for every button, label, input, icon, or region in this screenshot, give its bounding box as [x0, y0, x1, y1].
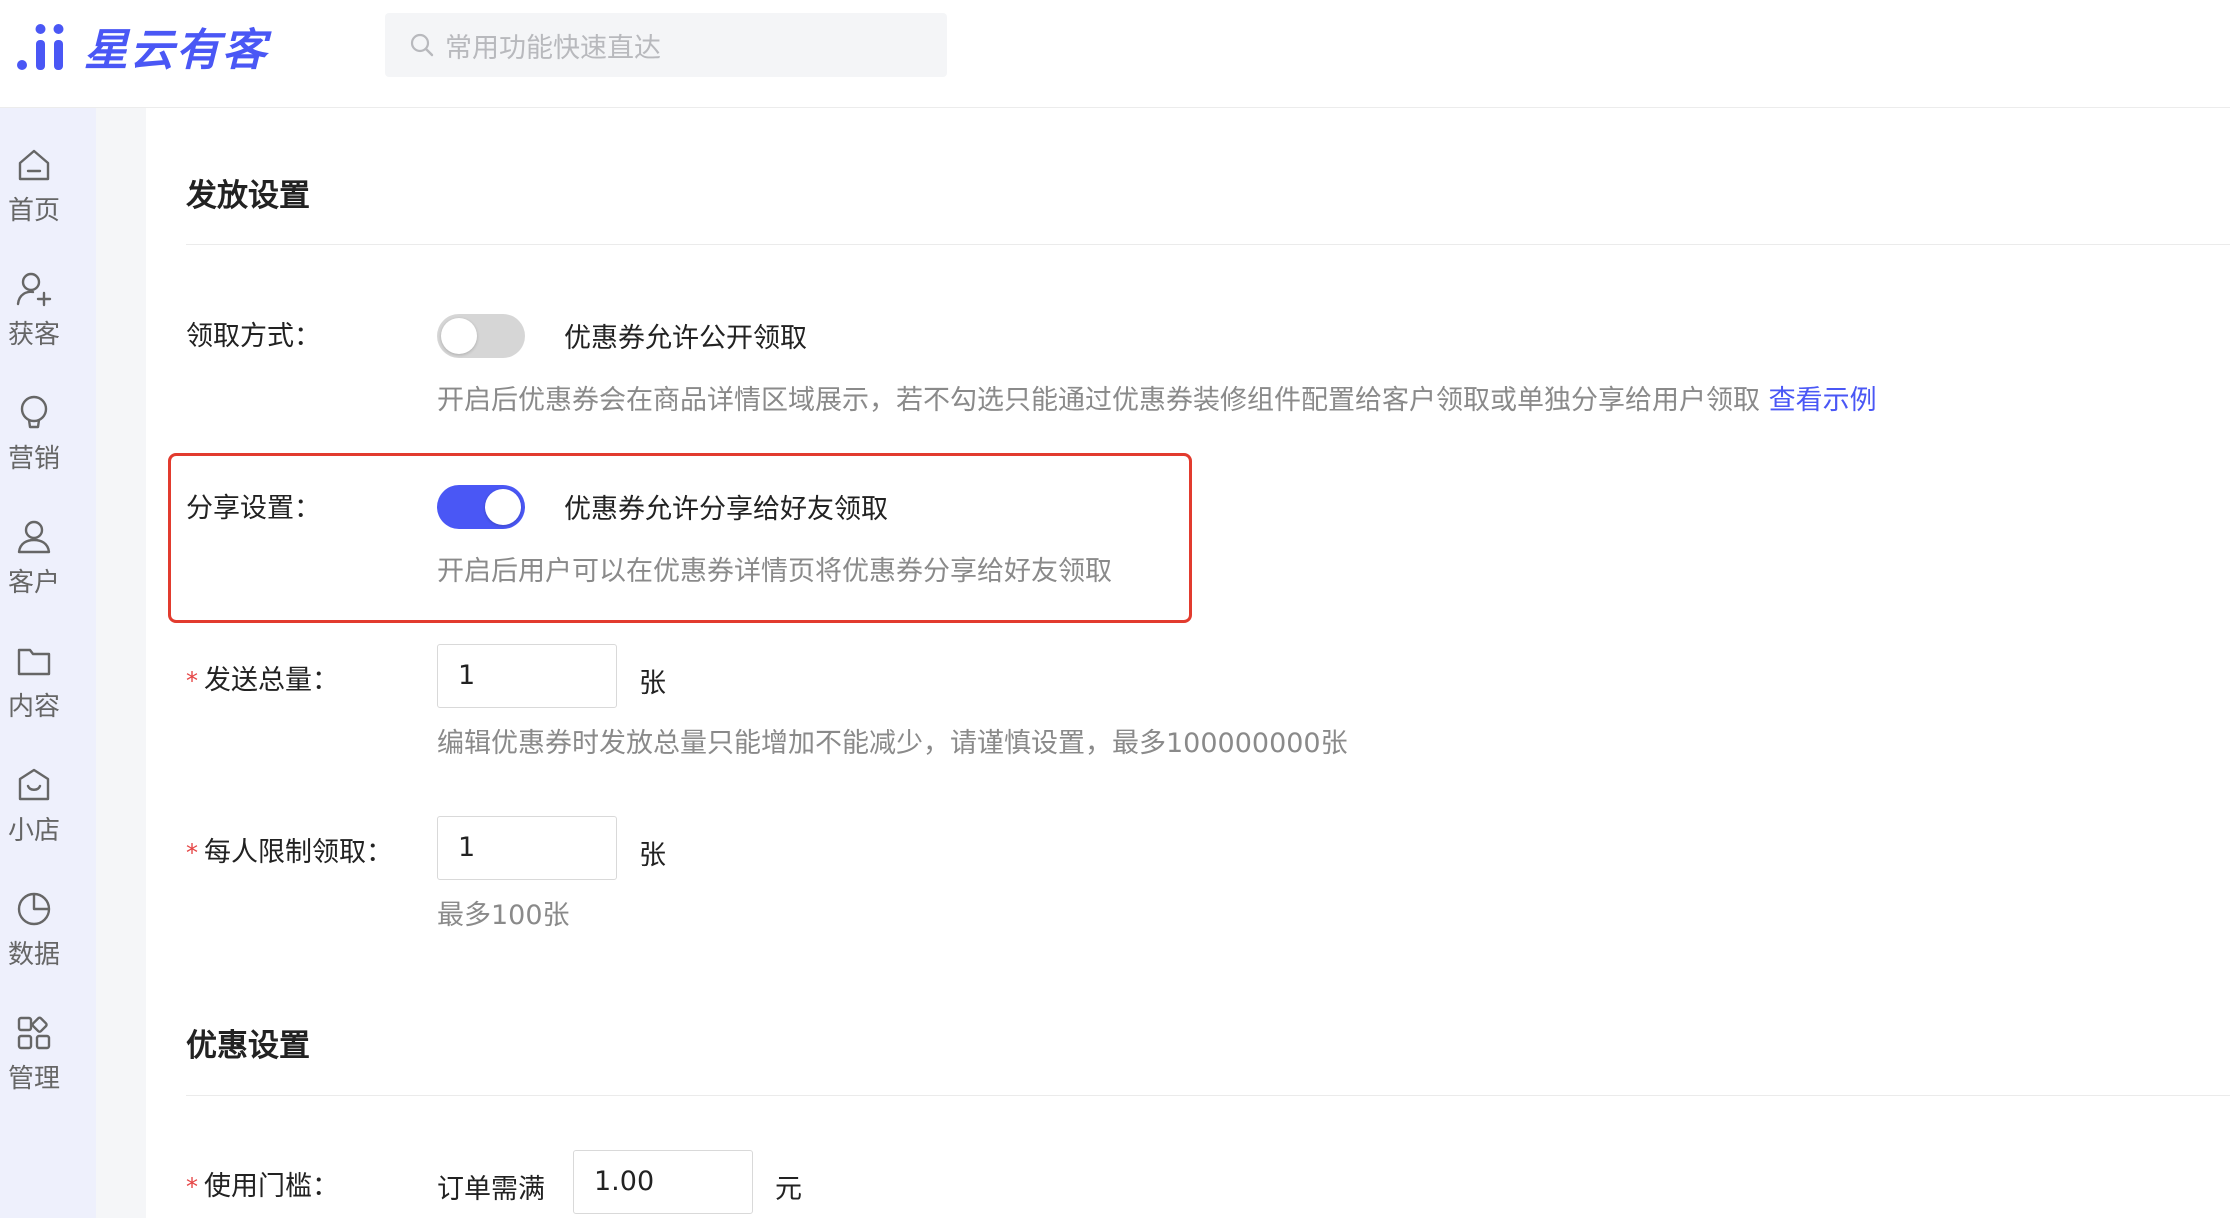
nav-label: 小店: [7, 816, 60, 846]
nav-item-marketing[interactable]: 营销: [0, 394, 68, 475]
claim-method-help-text: 开启后优惠券会在商品详情区域展示，若不勾选只能通过优惠券装修组件配置给客户领取或…: [437, 385, 1760, 416]
nav-label: 数据: [7, 940, 60, 970]
apps-icon: [17, 1016, 51, 1050]
section-divider: [186, 1095, 2230, 1096]
section-title-issue: 发放设置: [186, 178, 310, 214]
total-quantity-unit: 张: [639, 668, 666, 699]
toggle-knob: [441, 318, 477, 354]
claim-method-label: 领取方式：: [186, 321, 321, 352]
per-user-limit-label: * 每人限制领取：: [186, 830, 393, 869]
section-divider: [186, 244, 2230, 245]
threshold-label-text: 使用门槛：: [204, 1171, 339, 1202]
bulb-icon: [20, 395, 48, 429]
nav-item-home[interactable]: 首页: [0, 146, 68, 227]
total-quantity-input[interactable]: 1: [437, 644, 617, 708]
search-placeholder: 常用功能快速直达: [445, 32, 661, 64]
nav-label: 获客: [7, 320, 60, 350]
nav-item-acquire[interactable]: 获客: [0, 270, 68, 351]
share-claim-toggle[interactable]: [437, 485, 525, 529]
share-settings-label: 分享设置：: [186, 493, 321, 524]
side-nav: 首页 获客 营销 客户 内容 小店 数据 管理: [0, 108, 96, 1218]
search-input[interactable]: 常用功能快速直达: [385, 13, 947, 77]
per-user-limit-label-text: 每人限制领取：: [204, 837, 393, 868]
nav-label: 管理: [7, 1064, 60, 1094]
required-mark: *: [186, 1173, 198, 1201]
share-claim-text: 优惠券允许分享给好友领取: [564, 494, 888, 525]
brand-logo[interactable]: 星云有客: [16, 18, 268, 76]
required-mark: *: [186, 667, 198, 695]
shop-icon: [18, 768, 50, 801]
public-claim-text: 优惠券允许公开领取: [564, 323, 807, 354]
section-title-discount: 优惠设置: [186, 1028, 310, 1064]
nav-label: 营销: [7, 444, 60, 474]
top-header: 星云有客 常用功能快速直达: [0, 0, 2230, 108]
required-mark: *: [186, 839, 198, 867]
pie-chart-icon: [17, 892, 51, 926]
total-quantity-label: * 发送总量：: [186, 658, 339, 697]
logo-mark-icon: [17, 24, 64, 70]
per-user-limit-unit: 张: [639, 840, 666, 871]
nav-item-data[interactable]: 数据: [0, 890, 68, 971]
nav-label: 首页: [7, 196, 60, 226]
folder-icon: [17, 648, 51, 676]
home-icon: [18, 149, 50, 181]
nav-label: 内容: [7, 692, 60, 722]
toggle-knob: [485, 489, 521, 525]
public-claim-toggle[interactable]: [437, 314, 525, 358]
highlight-annotation: [168, 453, 1192, 623]
view-example-link[interactable]: 查看示例: [1769, 385, 1877, 416]
claim-method-help: 开启后优惠券会在商品详情区域展示，若不勾选只能通过优惠券装修组件配置给客户领取或…: [437, 378, 1877, 417]
nav-item-content[interactable]: 内容: [0, 642, 68, 723]
nav-label: 客户: [7, 568, 60, 598]
coupon-settings-form: 发放设置 领取方式： 优惠券允许公开领取 开启后优惠券会在商品详情区域展示，若不…: [146, 108, 2230, 1218]
per-user-limit-input[interactable]: 1: [437, 816, 617, 880]
content-gutter: [96, 108, 146, 1218]
nav-item-customers[interactable]: 客户: [0, 518, 68, 599]
threshold-unit: 元: [775, 1174, 802, 1205]
share-settings-help: 开启后用户可以在优惠券详情页将优惠券分享给好友领取: [437, 556, 1112, 587]
user-icon: [17, 520, 51, 554]
total-quantity-label-text: 发送总量：: [204, 665, 339, 696]
search-icon: [410, 33, 434, 57]
brand-name: 星云有客: [84, 25, 268, 76]
nav-item-manage[interactable]: 管理: [0, 1014, 68, 1095]
threshold-label: * 使用门槛：: [186, 1164, 339, 1203]
user-add-icon: [16, 272, 52, 307]
per-user-limit-help: 最多100张: [437, 900, 570, 931]
threshold-prefix: 订单需满: [437, 1174, 545, 1205]
total-quantity-help: 编辑优惠券时发放总量只能增加不能减少，请谨慎设置，最多100000000张: [437, 728, 1348, 759]
nav-item-shop[interactable]: 小店: [0, 766, 68, 847]
threshold-amount-input[interactable]: 1.00: [573, 1150, 753, 1214]
